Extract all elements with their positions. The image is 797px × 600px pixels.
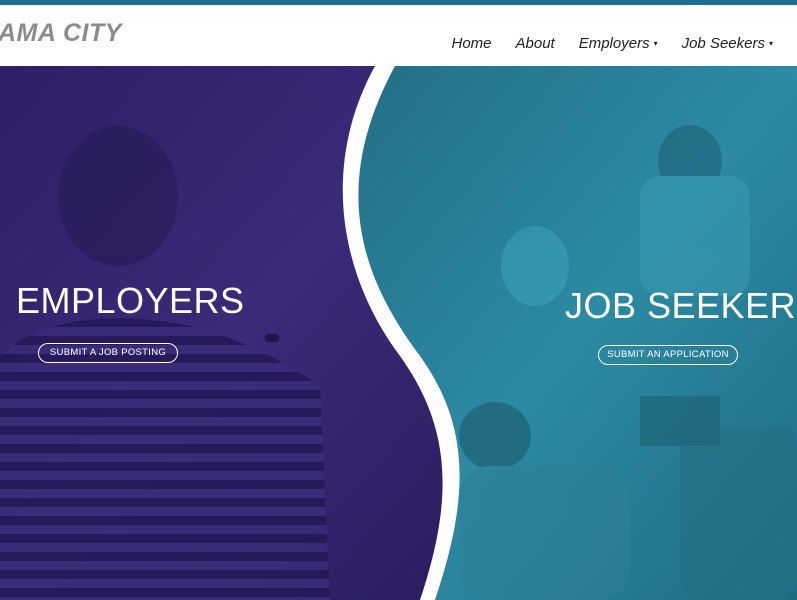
job-seekers-title: JOB SEEKERS <box>565 285 797 326</box>
caret-down-icon: ▾ <box>653 39 658 48</box>
nav-item-job-seekers[interactable]: Job Seekers ▾ <box>682 35 773 52</box>
nav-item-label: Employers <box>578 35 650 52</box>
nav-item-about[interactable]: About <box>516 35 555 52</box>
employers-title: EMPLOYERS <box>16 280 245 321</box>
nav-item-employers[interactable]: Employers ▾ <box>579 35 658 52</box>
hero-background <box>0 66 797 600</box>
nav-item-home[interactable]: Home <box>452 35 492 52</box>
hero-split: EMPLOYERS SUBMIT A JOB POSTING JOB SEEKE… <box>0 66 797 600</box>
submit-application-button[interactable]: SUBMIT AN APPLICATION <box>598 345 738 365</box>
nav-item-label: About <box>515 35 555 52</box>
nav-item-label: Home <box>451 35 492 52</box>
nav-item-label: Job Seekers <box>681 35 765 52</box>
caret-down-icon: ▾ <box>768 39 773 48</box>
main-nav: Home About Employers ▾ Job Seekers ▾ <box>428 35 774 52</box>
submit-job-posting-button[interactable]: SUBMIT A JOB POSTING <box>38 343 178 363</box>
site-logo[interactable]: AMA CITY <box>0 19 122 48</box>
site-header: AMA CITY Home About Employers ▾ Job Seek… <box>0 5 797 66</box>
